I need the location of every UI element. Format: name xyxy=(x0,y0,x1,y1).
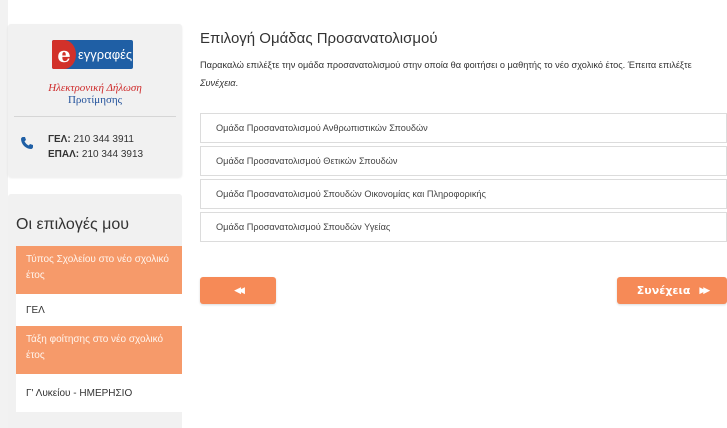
instructions-text: Παρακαλώ επιλέξτε την ομάδα προσανατολισ… xyxy=(200,60,692,70)
contact-gel-label: ΓΕΛ: xyxy=(48,134,71,145)
logo-card: e εγγραφές Ηλεκτρονική Δήλωση Προτίμησης… xyxy=(8,24,182,177)
option-economics-informatics[interactable]: Ομάδα Προσανατολισμού Σπουδών Οικονομίας… xyxy=(200,179,727,209)
logo-subtitle-line1: Ηλεκτρονική Δήλωση xyxy=(48,82,142,94)
contact-epal: ΕΠΑΛ: 210 344 3913 xyxy=(48,147,143,162)
my-choices-panel: Οι επιλογές μου Τύπος Σχολείου στο νέο σ… xyxy=(8,194,182,428)
option-humanities[interactable]: Ομάδα Προσανατολισμού Ανθρωπιστικών Σπου… xyxy=(200,113,727,143)
contact-gel-number: 210 344 3911 xyxy=(73,134,134,145)
contact-info: ΓΕΛ: 210 344 3911 ΕΠΑΛ: 210 344 3913 xyxy=(48,132,143,162)
choice-heading-school-type: Τύπος Σχολείου στο νέο σχολικό έτος xyxy=(16,246,182,294)
logo[interactable]: e εγγραφές xyxy=(52,40,133,69)
logo-text: εγγραφές xyxy=(78,47,133,62)
option-health[interactable]: Ομάδα Προσανατολισμού Σπουδών Υγείας xyxy=(200,212,727,242)
choice-heading-class: Τάξη φοίτησης στο νέο σχολικό έτος xyxy=(16,326,182,374)
page-title: Επιλογή Ομάδας Προσανατολισμού xyxy=(200,30,438,47)
contact-epal-number: 210 344 3913 xyxy=(81,149,144,160)
sidebar: e εγγραφές Ηλεκτρονική Δήλωση Προτίμησης… xyxy=(8,24,182,428)
instructions: Παρακαλώ επιλέξτε την ομάδα προσανατολισ… xyxy=(200,56,725,92)
choice-value-school-type: ΓΕΛ xyxy=(16,294,182,326)
back-button[interactable]: ◀◀ xyxy=(200,277,276,304)
instructions-emphasis: Συνέχεια xyxy=(200,78,236,88)
choice-value-class: Γ' Λυκείου - ΗΜΕΡΗΣΙΟ xyxy=(16,374,182,412)
double-chevron-left-icon: ◀◀ xyxy=(234,285,245,296)
phone-icon xyxy=(21,137,33,149)
my-choices-title: Οι επιλογές μου xyxy=(16,216,129,233)
continue-label: Συνέχεια xyxy=(636,284,691,297)
divider xyxy=(14,116,176,117)
contact-gel: ΓΕΛ: 210 344 3911 xyxy=(48,132,143,147)
contact-epal-label: ΕΠΑΛ: xyxy=(48,149,80,160)
instructions-suffix: . xyxy=(235,78,239,88)
logo-e-mark: e xyxy=(52,40,76,69)
continue-button[interactable]: Συνέχεια ▶▶ xyxy=(617,277,727,304)
logo-subtitle-line2: Προτίμησης xyxy=(67,94,122,106)
option-sciences[interactable]: Ομάδα Προσανατολισμού Θετικών Σπουδών xyxy=(200,146,727,176)
double-chevron-right-icon: ▶▶ xyxy=(699,285,710,296)
